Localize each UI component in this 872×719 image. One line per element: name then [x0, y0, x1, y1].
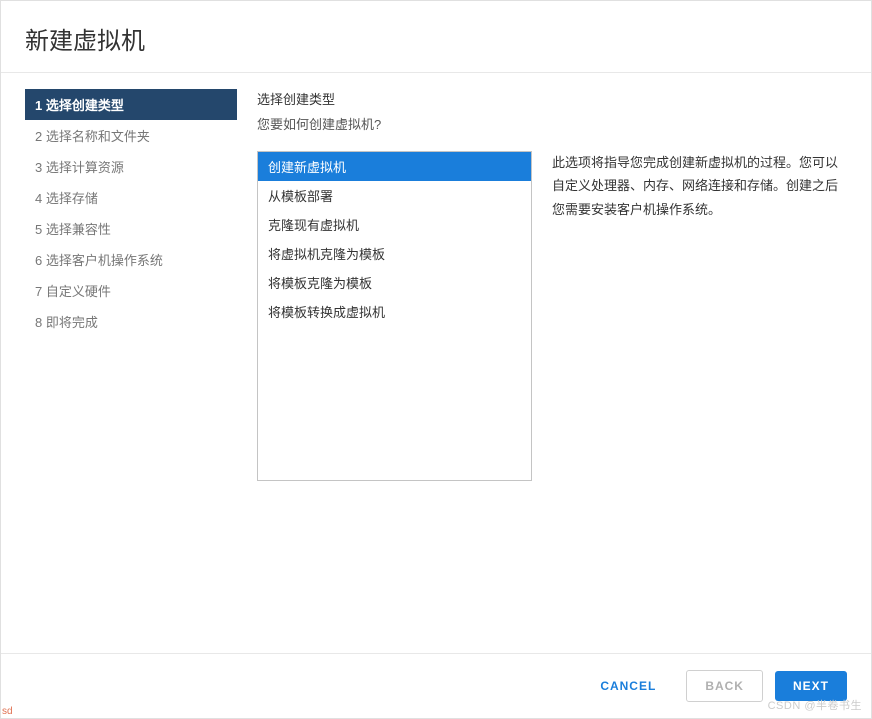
section-title: 选择创建类型	[257, 89, 847, 108]
new-vm-dialog: 新建虚拟机 1 选择创建类型2 选择名称和文件夹3 选择计算资源4 选择存储5 …	[0, 0, 872, 719]
creation-option-0[interactable]: 创建新虚拟机	[258, 152, 531, 181]
dialog-title: 新建虚拟机	[25, 21, 847, 56]
creation-option-4[interactable]: 将模板克隆为模板	[258, 268, 531, 297]
wizard-step-6[interactable]: 6 选择客户机操作系统	[25, 244, 237, 275]
wizard-step-8[interactable]: 8 即将完成	[25, 306, 237, 337]
wizard-step-2[interactable]: 2 选择名称和文件夹	[25, 120, 237, 151]
cancel-button[interactable]: CANCEL	[582, 671, 674, 701]
dialog-header: 新建虚拟机	[1, 1, 871, 73]
wizard-steps-sidebar: 1 选择创建类型2 选择名称和文件夹3 选择计算资源4 选择存储5 选择兼容性6…	[25, 89, 237, 653]
content-row: 创建新虚拟机从模板部署克隆现有虚拟机将虚拟机克隆为模板将模板克隆为模板将模板转换…	[257, 151, 847, 481]
dialog-footer: CANCEL BACK NEXT	[1, 653, 871, 718]
back-button: BACK	[686, 670, 763, 702]
wizard-step-7[interactable]: 7 自定义硬件	[25, 275, 237, 306]
wizard-step-4[interactable]: 4 选择存储	[25, 182, 237, 213]
creation-option-1[interactable]: 从模板部署	[258, 181, 531, 210]
watermark-text: CSDN @半卷书生	[768, 697, 862, 713]
dialog-body: 1 选择创建类型2 选择名称和文件夹3 选择计算资源4 选择存储5 选择兼容性6…	[1, 73, 871, 653]
wizard-step-1[interactable]: 1 选择创建类型	[25, 89, 237, 120]
wizard-step-5[interactable]: 5 选择兼容性	[25, 213, 237, 244]
wizard-step-3[interactable]: 3 选择计算资源	[25, 151, 237, 182]
creation-type-listbox[interactable]: 创建新虚拟机从模板部署克隆现有虚拟机将虚拟机克隆为模板将模板克隆为模板将模板转换…	[257, 151, 532, 481]
creation-option-2[interactable]: 克隆现有虚拟机	[258, 210, 531, 239]
creation-option-3[interactable]: 将虚拟机克隆为模板	[258, 239, 531, 268]
option-description: 此选项将指导您完成创建新虚拟机的过程。您可以自定义处理器、内存、网络连接和存储。…	[552, 151, 847, 481]
creation-option-5[interactable]: 将模板转换成虚拟机	[258, 297, 531, 326]
sd-label: sd	[2, 706, 13, 717]
main-panel: 选择创建类型 您要如何创建虚拟机? 创建新虚拟机从模板部署克隆现有虚拟机将虚拟机…	[237, 89, 847, 653]
section-subtitle: 您要如何创建虚拟机?	[257, 114, 847, 133]
